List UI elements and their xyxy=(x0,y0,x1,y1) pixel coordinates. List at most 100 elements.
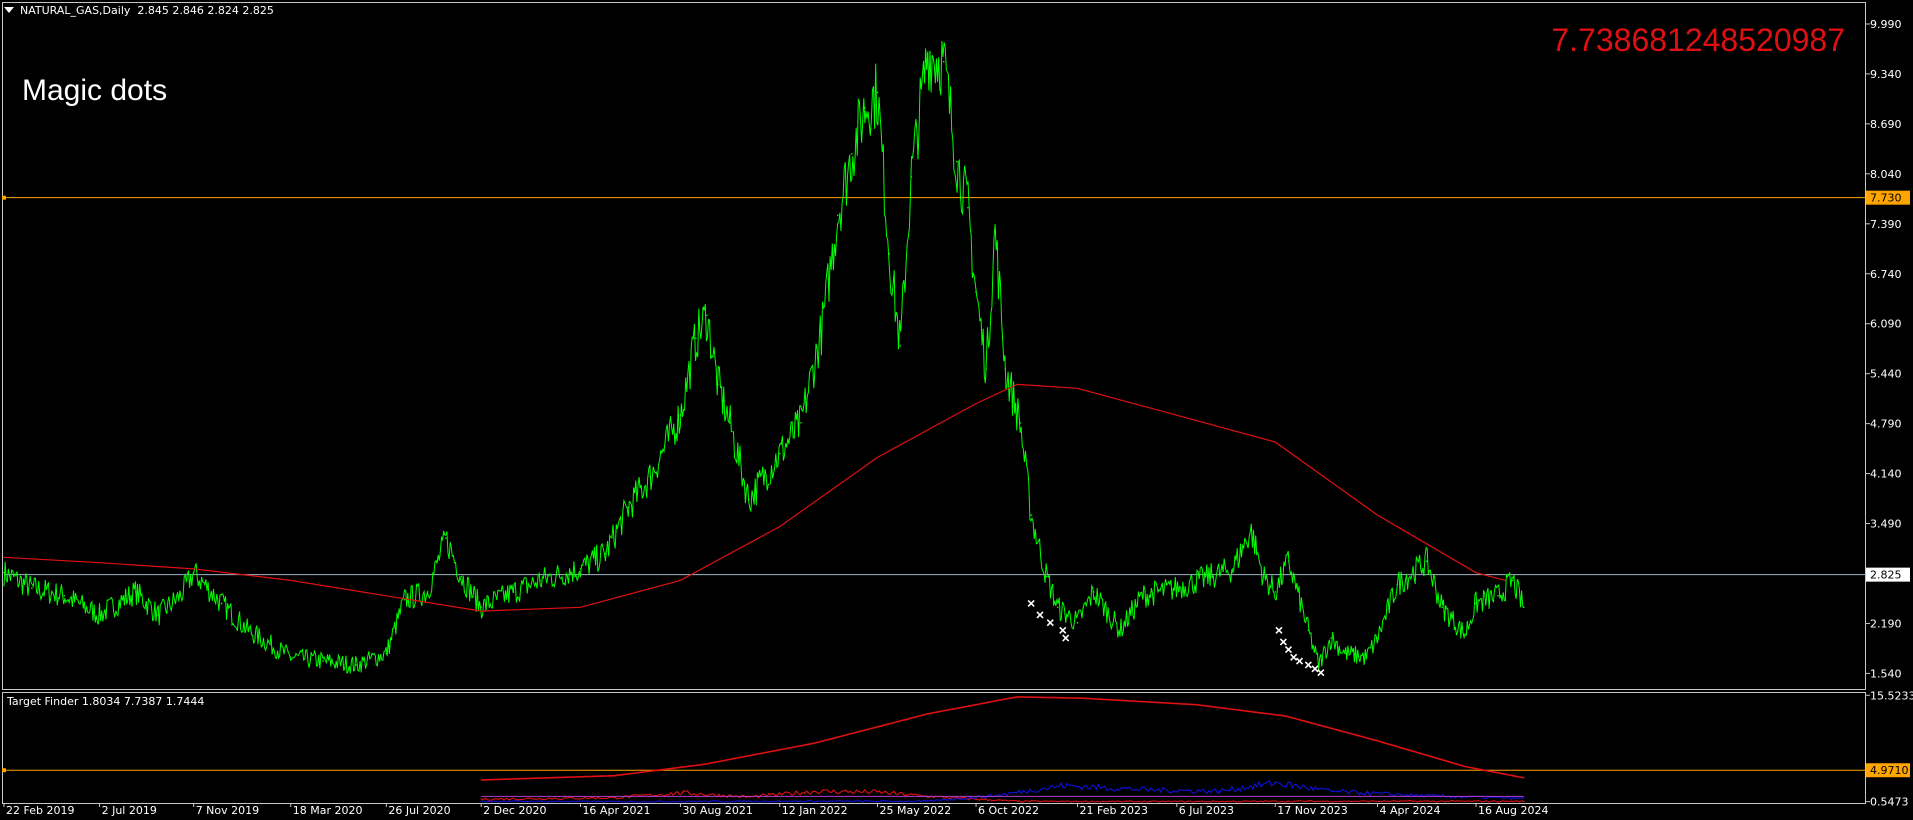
moving-average-point xyxy=(779,526,781,528)
level-line-handle[interactable] xyxy=(2,195,6,200)
current-price-badge: 2.825 xyxy=(1870,569,1902,582)
magic-dot-marker xyxy=(1046,619,1054,627)
price-point xyxy=(864,106,866,109)
magic-dot-marker xyxy=(1311,665,1319,673)
indicator-lower-blue-point xyxy=(1274,782,1276,784)
indicator-level-badge: 4.9710 xyxy=(1870,764,1909,777)
price-point xyxy=(985,368,988,370)
price-axis-label: 7.390 xyxy=(1870,218,1902,231)
price-series-line xyxy=(3,40,1525,674)
moving-average-point xyxy=(1376,514,1379,516)
indicator-lower-red-point xyxy=(1523,800,1525,802)
date-axis-label: 25 May 2022 xyxy=(879,804,951,817)
indicator-upper-point xyxy=(1082,697,1084,699)
symbol-info-text: NATURAL_GAS,Daily 2.845 2.846 2.824 2.82… xyxy=(20,4,274,17)
price-point xyxy=(649,475,652,478)
price-point xyxy=(426,591,429,593)
price-point xyxy=(1019,422,1021,424)
indicator-upper-point xyxy=(1523,777,1525,779)
price-point xyxy=(1425,560,1428,562)
price-point xyxy=(98,614,101,616)
indicator-upper-point xyxy=(1016,696,1018,698)
price-point xyxy=(539,579,541,582)
price-point xyxy=(63,594,66,597)
indicator-lower-red-point xyxy=(876,791,879,793)
moving-average-point xyxy=(975,403,977,405)
indicator-lower-blue-line xyxy=(481,779,1524,803)
moving-average-point xyxy=(579,606,582,608)
indicator-title: Target Finder 1.8034 7.7387 1.7444 xyxy=(7,695,205,708)
price-axis-label: 8.040 xyxy=(1870,168,1902,181)
price-point xyxy=(1441,606,1443,609)
magic-dot-marker xyxy=(1062,634,1070,642)
indicator-plot-frame xyxy=(2,692,1866,804)
magic-dot-marker xyxy=(1036,611,1044,619)
price-point xyxy=(355,664,357,666)
price-point xyxy=(1231,568,1234,570)
moving-average-point xyxy=(385,595,387,597)
price-point xyxy=(1307,629,1310,632)
price-point xyxy=(994,229,996,232)
magic-dot-marker xyxy=(1284,646,1293,654)
indicator-lower-red-point xyxy=(1150,801,1152,803)
price-axis-label: 4.790 xyxy=(1870,418,1902,431)
price-point xyxy=(942,60,945,63)
moving-average-point xyxy=(1475,572,1477,574)
indicator-lower-blue-point xyxy=(613,801,615,803)
indicator-upper-point xyxy=(1195,704,1197,706)
price-point xyxy=(1141,594,1143,597)
main-plot-frame xyxy=(2,2,1866,690)
moving-average-point xyxy=(1504,579,1507,582)
indicator-level-handle[interactable] xyxy=(2,768,6,773)
price-point xyxy=(706,314,708,317)
price-point xyxy=(1464,633,1466,636)
indicator-lower-blue-point xyxy=(1523,797,1525,800)
price-point xyxy=(1522,606,1525,609)
price-point xyxy=(157,614,160,616)
price-axis-label: 6.740 xyxy=(1870,268,1902,281)
date-axis-label: 6 Oct 2022 xyxy=(978,804,1039,817)
indicator-upper-point xyxy=(703,763,705,765)
collapse-triangle-icon[interactable] xyxy=(4,7,14,13)
moving-average-point xyxy=(1076,387,1079,389)
price-point xyxy=(1475,602,1477,605)
price-point xyxy=(1511,579,1514,582)
price-point xyxy=(1497,594,1499,597)
price-point xyxy=(836,214,839,217)
price-point xyxy=(800,422,802,424)
indicator-axis-label: 15.5233 xyxy=(1870,689,1913,702)
price-axis-label: 8.690 xyxy=(1870,118,1902,131)
price-point xyxy=(604,552,607,555)
price-point xyxy=(480,606,482,609)
price-axis-label: 9.990 xyxy=(1870,18,1902,31)
price-point xyxy=(247,629,249,632)
price-point xyxy=(579,568,582,570)
price-axis-label: 6.090 xyxy=(1870,318,1902,331)
indicator-lower-blue-point xyxy=(926,800,929,802)
magic-dot-marker xyxy=(1279,638,1287,646)
indicator-lower-red-point xyxy=(1307,800,1309,802)
price-point xyxy=(192,571,195,574)
indicator-upper-point xyxy=(1284,715,1287,717)
price-point xyxy=(850,153,853,155)
price-point xyxy=(322,660,324,662)
price-axis-label: 9.340 xyxy=(1870,68,1902,81)
price-point xyxy=(385,652,388,655)
price-point xyxy=(1250,529,1252,532)
price-point xyxy=(1330,637,1332,639)
magic-dot-marker xyxy=(1317,669,1325,677)
indicator-lower-red-point xyxy=(613,797,615,799)
indicator-lower-red-point xyxy=(1016,800,1018,802)
moving-average-point xyxy=(679,579,682,582)
price-point xyxy=(460,575,463,578)
indicator-axis-label: 0.5473 xyxy=(1870,796,1909,809)
price-point xyxy=(1092,591,1095,593)
date-axis-label: 7 Nov 2019 xyxy=(196,804,259,817)
symbol-info[interactable]: NATURAL_GAS,Daily 2.845 2.846 2.824 2.82… xyxy=(4,4,274,17)
price-point xyxy=(1076,621,1079,624)
date-axis-label: 4 Apr 2024 xyxy=(1379,804,1440,817)
price-point xyxy=(888,252,891,255)
magic-dot-marker xyxy=(1304,661,1312,669)
price-point xyxy=(445,537,447,539)
price-point xyxy=(1262,575,1265,578)
